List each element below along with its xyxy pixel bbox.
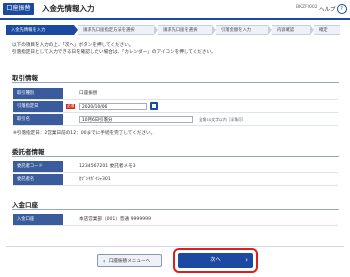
row-payee-name: 委託者名 ｶﾌﾞｼｷｶﾞｲｼｬ301: [13, 174, 338, 186]
transaction-name-hint: 全角10文字以内［半角可］: [199, 117, 246, 122]
help-icon: ?: [336, 4, 347, 14]
section-title-transfer: 取引情報: [12, 74, 38, 82]
screen-id: BKZFI002: [296, 5, 318, 10]
chevron-left-icon: ‹: [103, 258, 106, 265]
payee-code-label: 委託者コード: [13, 161, 63, 172]
transaction-name-label: 取引名: [13, 114, 63, 125]
debit-date-label: 引落指定日: [13, 101, 63, 112]
step-4: 引落金額を入力: [216, 25, 268, 35]
page-title: 入金先情報入力: [42, 4, 95, 13]
step-6: 確定: [314, 25, 340, 35]
deposit-account-label: 入金口座: [13, 214, 63, 225]
debit-date-note: ※引落指定日：2営業日前の12：00までに手続を完了してください。: [13, 131, 156, 136]
section-title-payee: 委託者情報: [12, 148, 45, 156]
step-5: 内容確認: [272, 25, 310, 35]
footer-divider: [6, 246, 344, 247]
row-debit-date: 引落指定日 必須 2020/10/06: [13, 101, 338, 113]
header: 口座振替 入金先情報入力 BKZFI002 ヘルプ ?: [0, 0, 350, 18]
next-button-label: 次へ: [210, 257, 221, 263]
help-link[interactable]: ヘルプ ?: [319, 4, 347, 14]
step-3: 請求先口座を選択: [158, 25, 212, 35]
row-payee-code: 委託者コード 1234567201 委託者メモ3: [13, 161, 338, 173]
row-transaction-name: 取引名 10月6日引落分 全角10文字以内［半角可］: [13, 114, 338, 126]
service-badge: 口座振替: [3, 3, 34, 15]
back-button-label: 口座振替メニューへ: [108, 259, 151, 264]
calendar-icon[interactable]: [150, 102, 158, 110]
required-badge: 必須: [66, 104, 76, 109]
row-deposit-account: 入金口座 本店営業部（001）普通 9999999: [13, 214, 338, 226]
deposit-account-value: 本店営業部（001）普通 9999999: [79, 217, 152, 222]
step-progress: 入金先情報を入力 請求先口座指定方法を選択 請求先口座を選択 引落金額を入力 内…: [6, 25, 344, 35]
section-divider: [12, 156, 339, 157]
transfer-type-value: 口座振替: [79, 91, 98, 96]
section-title-deposit: 入金口座: [12, 201, 38, 209]
row-transfer-type: 取引種別 口座振替: [13, 88, 338, 100]
next-button[interactable]: 次へ ›: [178, 253, 253, 268]
payee-name-label: 委託者名: [13, 174, 63, 185]
header-divider: [0, 18, 350, 20]
transfer-type-label: 取引種別: [13, 88, 63, 99]
instructions: 以下の項目を入力の上、「次へ」ボタンを押してください。 引落指定日として入力でき…: [12, 43, 216, 56]
section-divider: [12, 82, 339, 83]
back-to-menu-button[interactable]: ‹ 口座振替メニューへ: [97, 254, 162, 267]
help-label: ヘルプ: [319, 7, 336, 13]
step-2: 請求先口座指定方法を選択: [78, 25, 154, 35]
page: 口座振替 入金先情報入力 BKZFI002 ヘルプ ? 入金先情報を入力 請求先…: [0, 0, 350, 277]
chevron-right-icon: ›: [245, 256, 248, 264]
payee-code-value: 1234567201 委託者メモ3: [79, 164, 136, 169]
transaction-name-input[interactable]: 10月6日引落分: [79, 115, 193, 123]
debit-date-input[interactable]: 2020/10/06: [79, 102, 147, 110]
section-divider: [12, 209, 339, 210]
payee-name-value: ｶﾌﾞｼｷｶﾞｲｼｬ301: [79, 177, 111, 182]
step-1: 入金先情報を入力: [6, 25, 74, 35]
instruction-line-2: 引落指定日として入力できる日を確認したい場合は、「カレンダー」のアイコンを押して…: [12, 49, 216, 55]
